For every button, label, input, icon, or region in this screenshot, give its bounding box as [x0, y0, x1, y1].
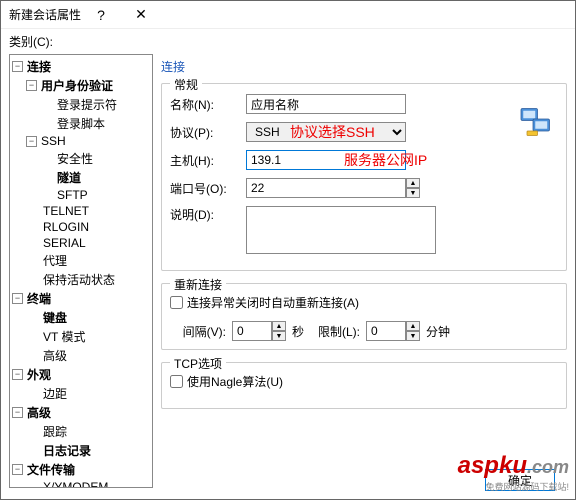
tree-label: X/YMODEM	[41, 480, 110, 488]
tree-label: 键盘	[41, 309, 69, 326]
nagle-checkbox[interactable]	[170, 375, 183, 388]
expand-icon[interactable]: −	[12, 61, 23, 72]
tree-label: 高级	[41, 347, 69, 364]
group-reconnect: 重新连接 连接异常关闭时自动重新连接(A) 间隔(V): ▲▼ 秒 限制(L):…	[161, 283, 567, 350]
titlebar: 新建会话属性 ? ✕	[1, 1, 575, 29]
tree-item-SFTP[interactable]: SFTP	[12, 187, 150, 203]
interval-label: 间隔(V):	[170, 323, 226, 340]
tree-item-高级[interactable]: −高级	[12, 403, 150, 422]
group-general-title: 常规	[170, 76, 202, 93]
host-label: 主机(H):	[170, 152, 240, 169]
name-label: 名称(N):	[170, 96, 240, 113]
port-up[interactable]: ▲	[406, 178, 420, 188]
tree-label: 代理	[41, 252, 69, 269]
tree-item-外观[interactable]: −外观	[12, 365, 150, 384]
tree-item-SSH[interactable]: −SSH	[12, 133, 150, 149]
tree-item-X/YMODEM[interactable]: X/YMODEM	[12, 479, 150, 488]
tree-item-SERIAL[interactable]: SERIAL	[12, 235, 150, 251]
annotation-host: 服务器公网IP	[344, 150, 427, 170]
content-title: 连接	[161, 54, 567, 83]
tree-item-连接[interactable]: −连接	[12, 57, 150, 76]
tree-item-终端[interactable]: −终端	[12, 289, 150, 308]
tree-label: 外观	[25, 366, 53, 383]
tree-item-隧道[interactable]: 隧道	[12, 168, 150, 187]
close-button[interactable]: ✕	[121, 1, 161, 29]
nagle-label: 使用Nagle算法(U)	[187, 373, 283, 390]
tree-item-登录提示符[interactable]: 登录提示符	[12, 95, 150, 114]
category-label: 类别(C):	[1, 29, 575, 54]
expand-icon[interactable]: −	[26, 80, 37, 91]
tree-item-安全性[interactable]: 安全性	[12, 149, 150, 168]
interval-input[interactable]: ▲▼	[232, 321, 286, 341]
tree-label: 登录提示符	[55, 96, 119, 113]
tree-item-保持活动状态[interactable]: 保持活动状态	[12, 270, 150, 289]
watermark: aspku.com 免费网站源码下载站!	[458, 452, 569, 493]
expand-icon[interactable]: −	[12, 464, 23, 475]
tree-label: 安全性	[55, 150, 95, 167]
tree-item-TELNET[interactable]: TELNET	[12, 203, 150, 219]
minutes-label: 分钟	[426, 323, 450, 340]
tree-label: 终端	[25, 290, 53, 307]
limit-input[interactable]: ▲▼	[366, 321, 420, 341]
group-tcp-title: TCP选项	[170, 355, 226, 372]
category-tree[interactable]: −连接−用户身份验证登录提示符登录脚本−SSH安全性隧道SFTPTELNETRL…	[9, 54, 153, 488]
tree-label: VT 模式	[41, 328, 87, 345]
tree-label: 高级	[25, 404, 53, 421]
tree-label: SERIAL	[41, 236, 88, 250]
help-button[interactable]: ?	[81, 1, 121, 29]
tree-item-VT 模式[interactable]: VT 模式	[12, 327, 150, 346]
tree-label: 日志记录	[41, 442, 93, 459]
tree-item-高级[interactable]: 高级	[12, 346, 150, 365]
group-tcp: TCP选项 使用Nagle算法(U)	[161, 362, 567, 409]
content-panel: 连接 常规 名称(N): 协议(P): SSH 协议选择SSH 主机(H):	[161, 54, 567, 488]
tree-item-日志记录[interactable]: 日志记录	[12, 441, 150, 460]
tree-item-文件传输[interactable]: −文件传输	[12, 460, 150, 479]
expand-icon[interactable]: −	[26, 136, 37, 147]
annotation-protocol: 协议选择SSH	[290, 122, 375, 142]
tree-label: SSH	[39, 134, 68, 148]
port-label: 端口号(O):	[170, 180, 240, 197]
auto-reconnect-checkbox[interactable]	[170, 296, 183, 309]
tree-item-边距[interactable]: 边距	[12, 384, 150, 403]
tree-label: 保持活动状态	[41, 271, 117, 288]
protocol-label: 协议(P):	[170, 124, 240, 141]
tree-label: 边距	[41, 385, 69, 402]
tree-item-用户身份验证[interactable]: −用户身份验证	[12, 76, 150, 95]
window-title: 新建会话属性	[9, 6, 81, 23]
tree-label: 连接	[25, 58, 53, 75]
seconds-label: 秒	[292, 323, 304, 340]
tree-label: 隧道	[55, 169, 83, 186]
port-input[interactable]: ▲▼	[246, 178, 420, 198]
tree-label: RLOGIN	[41, 220, 91, 234]
limit-label: 限制(L):	[310, 323, 360, 340]
tree-label: SFTP	[55, 188, 90, 202]
tree-label: 登录脚本	[55, 115, 107, 132]
expand-icon[interactable]: −	[12, 369, 23, 380]
auto-reconnect-label: 连接异常关闭时自动重新连接(A)	[187, 294, 359, 311]
group-general: 常规 名称(N): 协议(P): SSH 协议选择SSH 主机(H): 服务	[161, 83, 567, 271]
tree-label: 跟踪	[41, 423, 69, 440]
port-down[interactable]: ▼	[406, 188, 420, 198]
expand-icon[interactable]: −	[12, 293, 23, 304]
expand-icon[interactable]: −	[12, 407, 23, 418]
description-textarea[interactable]	[246, 206, 436, 254]
tree-item-跟踪[interactable]: 跟踪	[12, 422, 150, 441]
tree-label: 用户身份验证	[39, 77, 115, 94]
tree-item-RLOGIN[interactable]: RLOGIN	[12, 219, 150, 235]
tree-item-键盘[interactable]: 键盘	[12, 308, 150, 327]
name-input[interactable]	[246, 94, 406, 114]
tree-item-登录脚本[interactable]: 登录脚本	[12, 114, 150, 133]
group-reconnect-title: 重新连接	[170, 276, 226, 293]
tree-label: 文件传输	[25, 461, 77, 478]
tree-label: TELNET	[41, 204, 91, 218]
tree-item-代理[interactable]: 代理	[12, 251, 150, 270]
description-label: 说明(D):	[170, 206, 240, 223]
